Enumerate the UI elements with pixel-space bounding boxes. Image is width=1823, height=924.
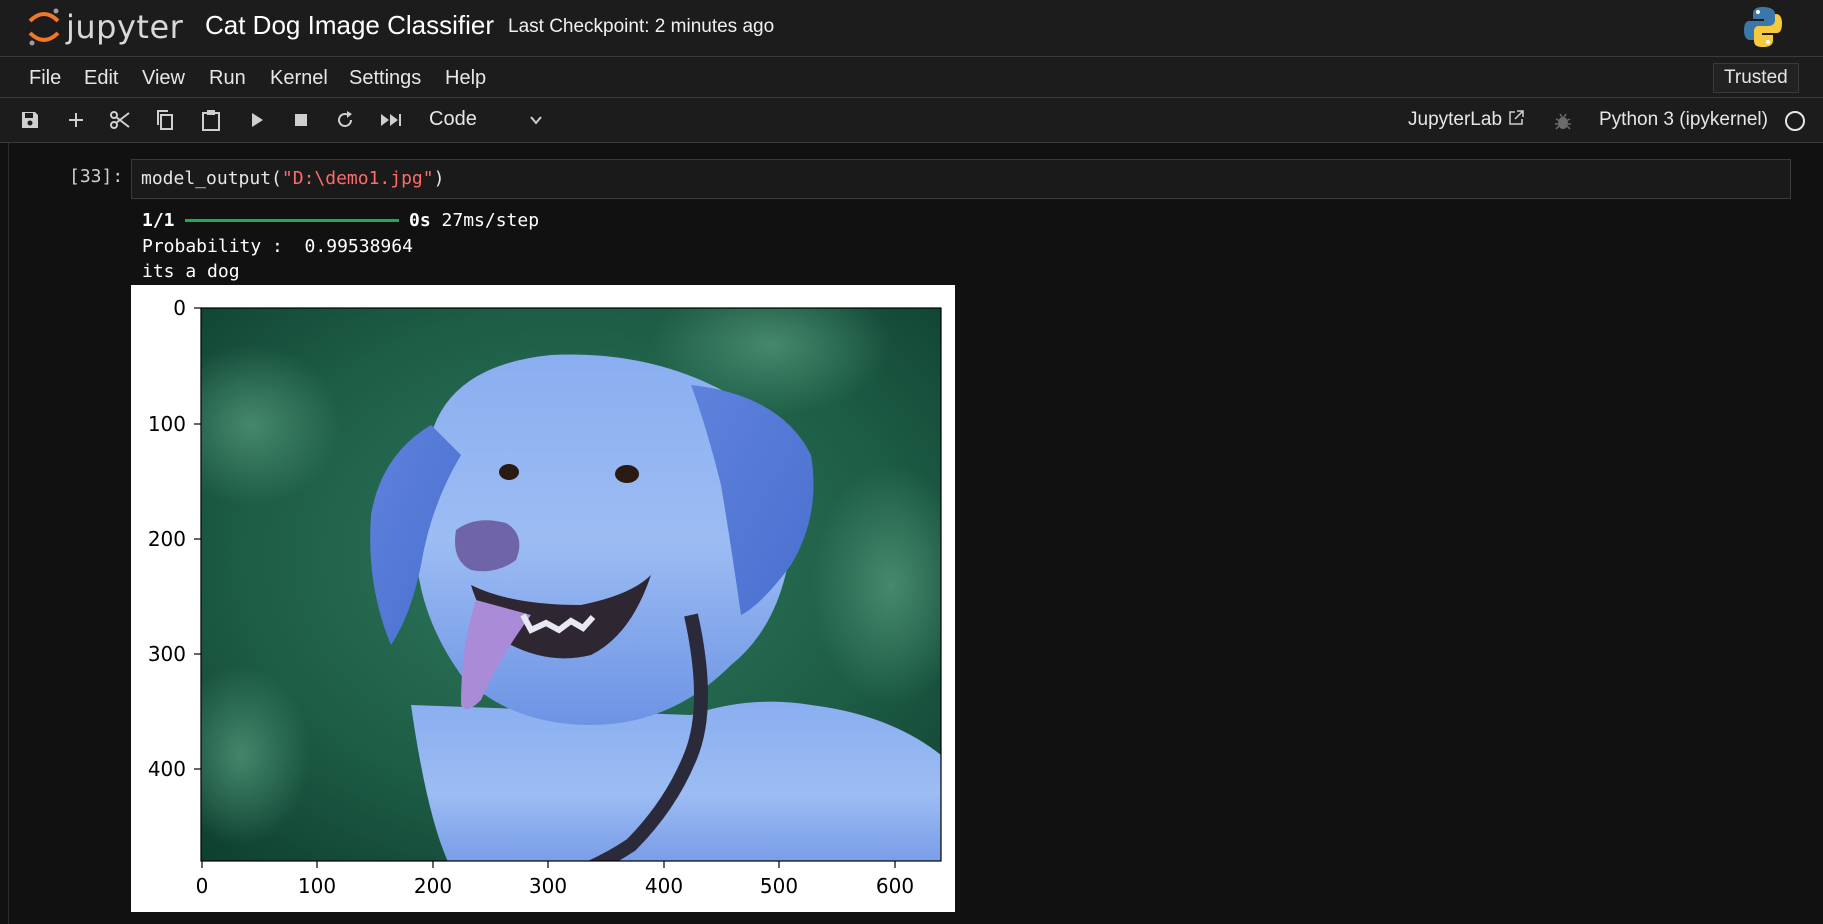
open-in-jupyterlab-link[interactable]: JupyterLab — [1408, 109, 1525, 131]
kernel-status-icon — [1785, 111, 1805, 131]
progress-bar — [185, 219, 399, 222]
add-cell-button[interactable] — [64, 108, 88, 132]
trusted-indicator[interactable]: Trusted — [1713, 63, 1799, 93]
run-all-icon — [381, 114, 401, 126]
notebook-title[interactable]: Cat Dog Image Classifier — [205, 10, 494, 41]
x-tick-label: 400 — [645, 874, 683, 898]
y-tick-label: 0 — [173, 296, 186, 320]
y-axis: 0 100 200 300 400 — [148, 296, 201, 781]
notebook-toolbar: Code JupyterLab Python 3 (ipykernel) — [0, 98, 1823, 143]
code-cell-input[interactable]: model_output("D:\demo1.jpg") — [131, 159, 1791, 199]
stop-button[interactable] — [289, 108, 313, 132]
menu-kernel[interactable]: Kernel — [270, 67, 328, 90]
external-link-icon — [1509, 110, 1525, 125]
cut-icon — [110, 111, 130, 129]
output-timing: 0s 27ms/step — [409, 210, 539, 231]
y-tick-label: 200 — [148, 527, 186, 551]
cell-prompt: [33]: — [69, 166, 124, 187]
code-string: "D:\demo1.jpg" — [281, 168, 434, 189]
save-icon — [22, 112, 38, 128]
output-timing-bold: 0s — [409, 210, 431, 231]
x-tick-label: 300 — [529, 874, 567, 898]
output-step: 1/1 — [142, 210, 175, 231]
output-label: its a dog — [142, 261, 240, 282]
debugger-icon[interactable] — [1553, 111, 1573, 131]
x-tick-label: 600 — [876, 874, 914, 898]
menu-file[interactable]: File — [29, 67, 61, 90]
x-axis: 0 100 200 300 400 500 600 — [196, 861, 914, 898]
x-tick-label: 500 — [760, 874, 798, 898]
kernel-name[interactable]: Python 3 (ipykernel) — [1599, 109, 1768, 131]
y-tick-label: 400 — [148, 757, 186, 781]
output-figure: 0 100 200 300 400 0 100 200 300 400 500 … — [131, 285, 955, 912]
code-suffix: ) — [433, 168, 445, 189]
image-plot: 0 100 200 300 400 0 100 200 300 400 500 … — [148, 296, 942, 898]
paste-icon — [202, 110, 220, 131]
jupyter-logo-icon — [28, 8, 60, 46]
jupyterlab-label: JupyterLab — [1408, 109, 1503, 130]
code-function: model_output( — [141, 168, 282, 189]
run-all-button[interactable] — [379, 108, 403, 132]
x-tick-label: 0 — [196, 874, 209, 898]
menu-help[interactable]: Help — [445, 67, 486, 90]
x-tick-label: 100 — [298, 874, 336, 898]
restart-icon — [338, 111, 352, 127]
add-cell-icon — [69, 113, 83, 127]
run-button[interactable] — [245, 108, 269, 132]
cut-button[interactable] — [108, 108, 132, 132]
y-tick-label: 100 — [148, 412, 186, 436]
menu-bar: File Edit View Run Kernel Settings Help … — [0, 57, 1823, 98]
output-timing-rest: 27ms/step — [430, 210, 540, 231]
stop-icon — [295, 114, 307, 126]
dog-image — [201, 308, 941, 861]
restart-button[interactable] — [333, 108, 357, 132]
python-logo-icon — [1744, 7, 1782, 47]
paste-button[interactable] — [199, 108, 223, 132]
jupyter-logo-text: jupyter — [66, 8, 184, 46]
jupyter-logo[interactable]: jupyter — [26, 5, 183, 49]
checkpoint-status: Last Checkpoint: 2 minutes ago — [508, 16, 775, 37]
y-tick-label: 300 — [148, 642, 186, 666]
run-icon — [252, 113, 263, 127]
x-tick-label: 200 — [414, 874, 452, 898]
save-button[interactable] — [18, 108, 42, 132]
top-bar: jupyter Cat Dog Image Classifier Last Ch… — [0, 0, 1823, 57]
copy-button[interactable] — [153, 108, 177, 132]
code-line: model_output("D:\demo1.jpg") — [141, 168, 444, 189]
menu-run[interactable]: Run — [209, 67, 246, 90]
menu-edit[interactable]: Edit — [84, 67, 118, 90]
menu-view[interactable]: View — [142, 67, 185, 90]
chevron-down-icon[interactable] — [528, 112, 544, 128]
output-probability: Probability : 0.99538964 — [142, 236, 413, 257]
copy-icon — [157, 110, 173, 130]
menu-settings[interactable]: Settings — [349, 67, 421, 90]
